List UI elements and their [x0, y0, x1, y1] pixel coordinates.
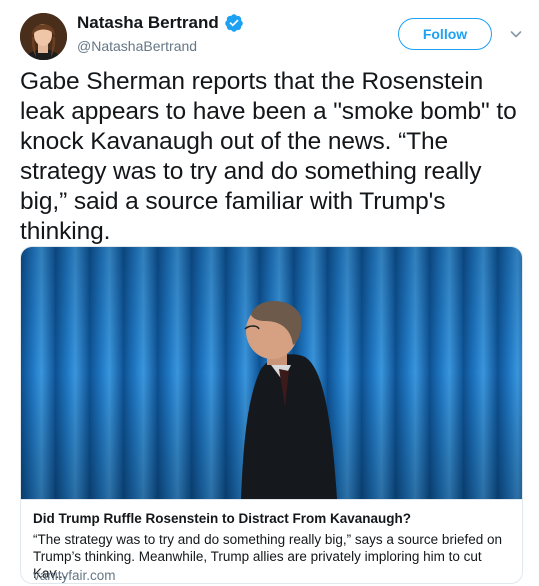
card-image — [21, 247, 522, 499]
tweet-text: Gabe Sherman reports that the Rosenstein… — [20, 68, 517, 245]
card-body[interactable]: Did Trump Ruffle Rosenstein to Distract … — [21, 499, 522, 583]
chevron-down-icon[interactable] — [508, 26, 524, 42]
card-title[interactable]: Did Trump Ruffle Rosenstein to Distract … — [33, 511, 411, 526]
follow-button[interactable]: Follow — [398, 18, 492, 50]
author-handle[interactable]: @NatashaBertrand — [77, 37, 197, 55]
author-name-row[interactable]: Natasha Bertrand — [77, 13, 244, 33]
avatar[interactable] — [20, 13, 67, 60]
card-domain[interactable]: vanityfair.com — [33, 568, 116, 583]
avatar-photo — [20, 13, 67, 60]
link-card[interactable]: Did Trump Ruffle Rosenstein to Distract … — [20, 246, 523, 584]
author-name[interactable]: Natasha Bertrand — [77, 13, 219, 33]
verified-badge-icon — [224, 14, 243, 32]
